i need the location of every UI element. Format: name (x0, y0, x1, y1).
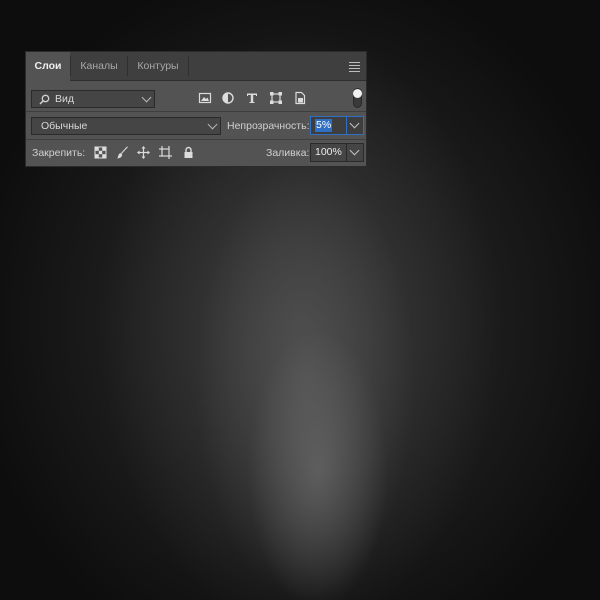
lock-all-icon[interactable] (182, 146, 195, 159)
panel-tab-bar: Слои Каналы Контуры (26, 52, 366, 81)
tab-channels[interactable]: Каналы (71, 52, 127, 80)
opacity-value[interactable]: 5% (315, 119, 333, 132)
lock-label: Закрепить: (32, 147, 86, 159)
lock-transparent-pixels-icon[interactable] (94, 146, 107, 159)
search-icon (39, 94, 50, 105)
opacity-dropdown-button[interactable] (347, 117, 363, 134)
chevron-down-icon (349, 145, 360, 156)
shape-filter-icon[interactable] (269, 91, 283, 105)
fill-value[interactable]: 100% (315, 146, 342, 159)
tab-paths[interactable]: Контуры (128, 52, 188, 80)
lock-artboard-icon[interactable] (159, 146, 172, 159)
filter-toggle[interactable] (353, 88, 362, 108)
opacity-field[interactable]: 5% (310, 116, 364, 135)
adjustment-filter-icon[interactable] (221, 91, 235, 105)
lock-position-icon[interactable] (137, 146, 150, 159)
panel-menu-icon[interactable] (349, 62, 360, 72)
opacity-label: Непрозрачность: (227, 120, 310, 132)
chevron-down-icon (207, 119, 218, 130)
toggle-knob (353, 89, 362, 98)
blend-mode-value: Обычные (41, 120, 88, 132)
filter-kind-label: Вид (55, 93, 74, 105)
layers-panel: Слои Каналы Контуры Вид Обычные Непрозра… (25, 51, 367, 167)
tab-divider (188, 56, 189, 76)
smart-object-filter-icon[interactable] (293, 91, 307, 105)
image-filter-icon[interactable] (198, 91, 212, 105)
blend-row: Обычные Непрозрачность: 5% (26, 112, 366, 140)
tab-layers[interactable]: Слои (26, 52, 70, 81)
chevron-down-icon (141, 92, 152, 103)
lock-row: Закрепить: Заливка: 100% (26, 140, 366, 166)
type-filter-icon[interactable] (245, 91, 259, 105)
filter-kind-select[interactable]: Вид (31, 90, 155, 108)
blend-mode-select[interactable]: Обычные (31, 117, 221, 135)
lock-image-pixels-icon[interactable] (116, 146, 129, 159)
fill-label: Заливка: (266, 147, 310, 159)
fill-field[interactable]: 100% (310, 143, 364, 162)
layer-filter-row: Вид (26, 81, 366, 112)
chevron-down-icon (349, 118, 360, 129)
fill-dropdown-button[interactable] (347, 144, 363, 161)
